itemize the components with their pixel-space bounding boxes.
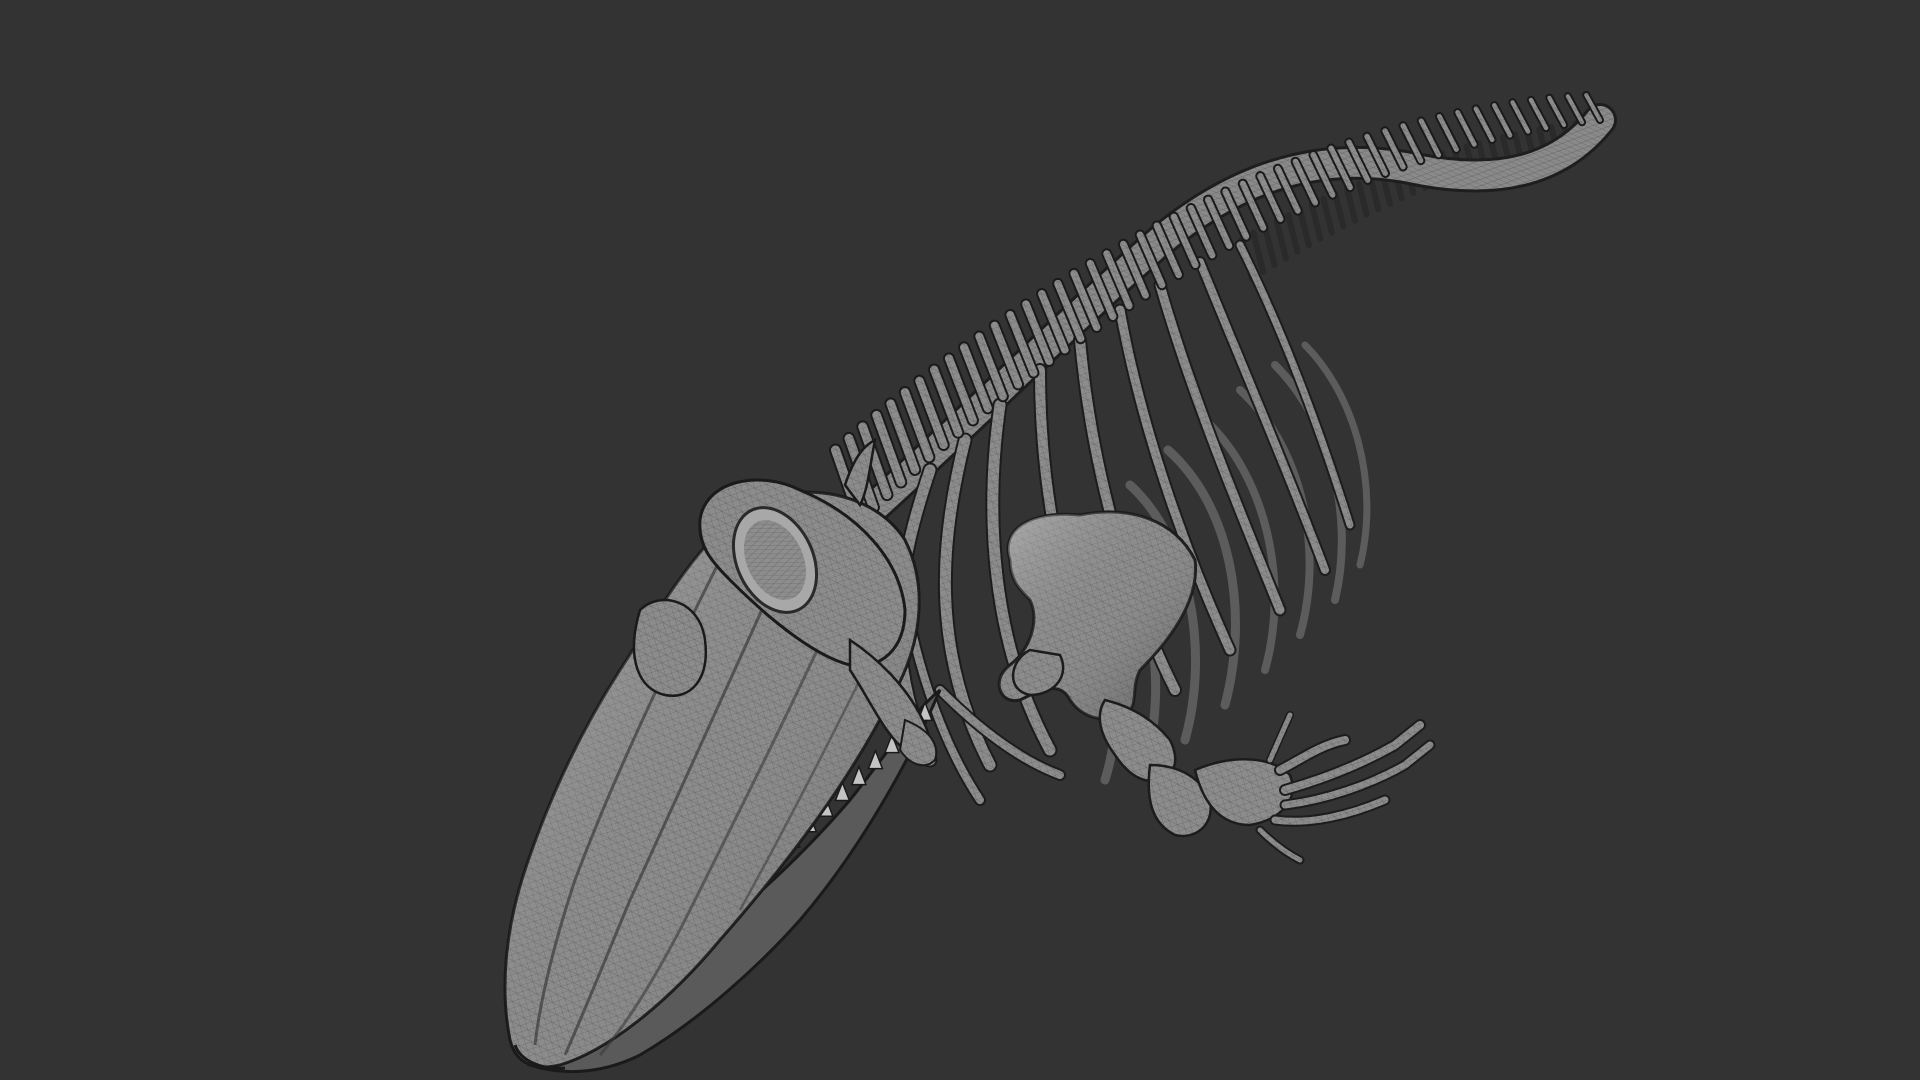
tail-chevron <box>1512 131 1523 157</box>
whale-skeleton-render <box>503 91 1617 1073</box>
whale-skull <box>503 437 942 1073</box>
tail-chevron <box>1355 180 1370 218</box>
tail-chevron <box>1308 201 1324 242</box>
spinous-process-surface <box>1510 100 1531 134</box>
3d-viewport[interactable] <box>0 0 1920 1080</box>
spinous-process-surface <box>1473 106 1495 143</box>
spinous-process-surface <box>1491 103 1513 138</box>
spinous-process-surface <box>1528 97 1549 131</box>
spinous-process-surface <box>1547 95 1567 127</box>
spinous-process-surface <box>1455 109 1477 147</box>
tail-chevron <box>1344 185 1359 224</box>
tail-chevron <box>1296 206 1312 249</box>
tooth <box>850 764 868 786</box>
tail-chevron <box>1285 212 1301 255</box>
spinous-process-surface <box>1436 113 1459 152</box>
pectoral-flipper <box>997 510 1436 865</box>
tail-chevron <box>1499 134 1511 161</box>
tail-chevron <box>1367 175 1382 213</box>
tail-chevron <box>1332 190 1347 230</box>
spinous-process-surface <box>1418 118 1442 158</box>
tail-chevron <box>1320 195 1335 236</box>
spinous-process-surface <box>1565 94 1585 125</box>
tail-chevron <box>1536 126 1547 150</box>
tail-chevron <box>1261 223 1278 269</box>
tail-chevron <box>1273 217 1289 262</box>
